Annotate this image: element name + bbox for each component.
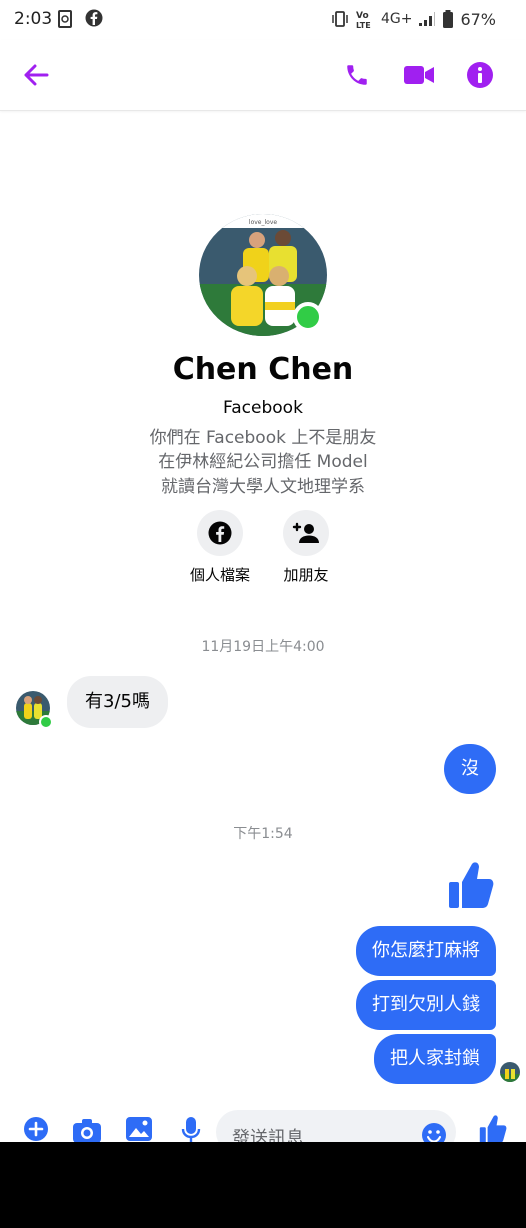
seen-receipt-avatar <box>500 1062 520 1082</box>
signal-icon <box>419 12 436 26</box>
message-input-placeholder: 發送訊息 <box>232 1128 304 1142</box>
add-friend-action-circle <box>283 510 329 556</box>
status-time: 2:03 <box>14 9 53 29</box>
system-navigation-bar <box>0 1142 526 1228</box>
status-right: Vo LTE 4G+ 67% <box>331 9 496 29</box>
plus-icon[interactable] <box>23 1116 49 1142</box>
timestamp: 11月19日上午4:00 <box>201 639 325 655</box>
outgoing-message[interactable]: 把人家封鎖 <box>374 1034 496 1084</box>
message-composer: 發送訊息 <box>0 1106 526 1142</box>
back-button[interactable] <box>21 60 51 90</box>
network-type: 4G+ <box>380 11 413 27</box>
profile-avatar[interactable]: love_love <box>199 214 327 336</box>
microphone-icon[interactable] <box>181 1116 201 1142</box>
svg-text:LTE: LTE <box>356 21 371 29</box>
battery-level: 67% <box>460 9 496 29</box>
incoming-message[interactable]: 有3/5嗎 <box>67 676 168 728</box>
outgoing-message[interactable]: 打到欠別人錢 <box>356 980 496 1030</box>
outgoing-message[interactable]: 你怎麼打麻將 <box>356 926 496 976</box>
profile-action-circle <box>197 510 243 556</box>
contact-platform: Facebook <box>223 398 303 418</box>
timestamp: 下午1:54 <box>233 826 293 842</box>
contact-name: Chen Chen <box>172 352 354 387</box>
avatar-caption: love_love <box>249 219 277 226</box>
status-bar: 2:03 Vo LTE 4G+ 67% <box>0 0 526 40</box>
thumbs-up-icon[interactable] <box>478 1114 508 1142</box>
add-friend-icon <box>292 522 319 543</box>
facebook-icon <box>208 521 232 545</box>
volte-icon: VoLTE <box>356 11 371 29</box>
emoji-icon[interactable] <box>421 1122 447 1142</box>
work-info: 在伊林經紀公司擔任 Model <box>158 452 368 472</box>
chat-header <box>0 40 526 111</box>
video-camera-icon <box>404 66 434 84</box>
info-icon <box>467 62 493 88</box>
battery-icon <box>443 10 454 28</box>
view-profile-button[interactable]: 個人檔案 <box>180 510 260 585</box>
facebook-notification-icon <box>85 9 103 27</box>
image-icon[interactable] <box>125 1116 153 1142</box>
vibrate-icon <box>332 11 348 27</box>
camera-icon[interactable] <box>72 1118 102 1142</box>
arrow-left-icon <box>24 64 49 86</box>
voice-call-button[interactable] <box>342 60 372 90</box>
add-friend-label: 加朋友 <box>283 566 329 584</box>
thumbs-up-icon[interactable] <box>448 860 494 910</box>
education-info: 就讀台灣大學人文地理学系 <box>161 477 365 497</box>
phone-icon <box>347 65 367 85</box>
video-call-button[interactable] <box>401 60 437 90</box>
view-profile-label: 個人檔案 <box>189 566 250 584</box>
friendship-status: 你們在 Facebook 上不是朋友 <box>149 428 377 448</box>
outgoing-message[interactable]: 沒 <box>444 744 496 794</box>
add-friend-button[interactable]: 加朋友 <box>266 510 346 585</box>
conversation-info-button[interactable] <box>465 60 495 90</box>
sender-online-dot <box>39 715 53 729</box>
message-input[interactable]: 發送訊息 <box>216 1110 456 1142</box>
online-status-dot <box>293 302 323 332</box>
svg-text:Vo: Vo <box>356 11 369 21</box>
notification-app-icon <box>58 10 72 28</box>
